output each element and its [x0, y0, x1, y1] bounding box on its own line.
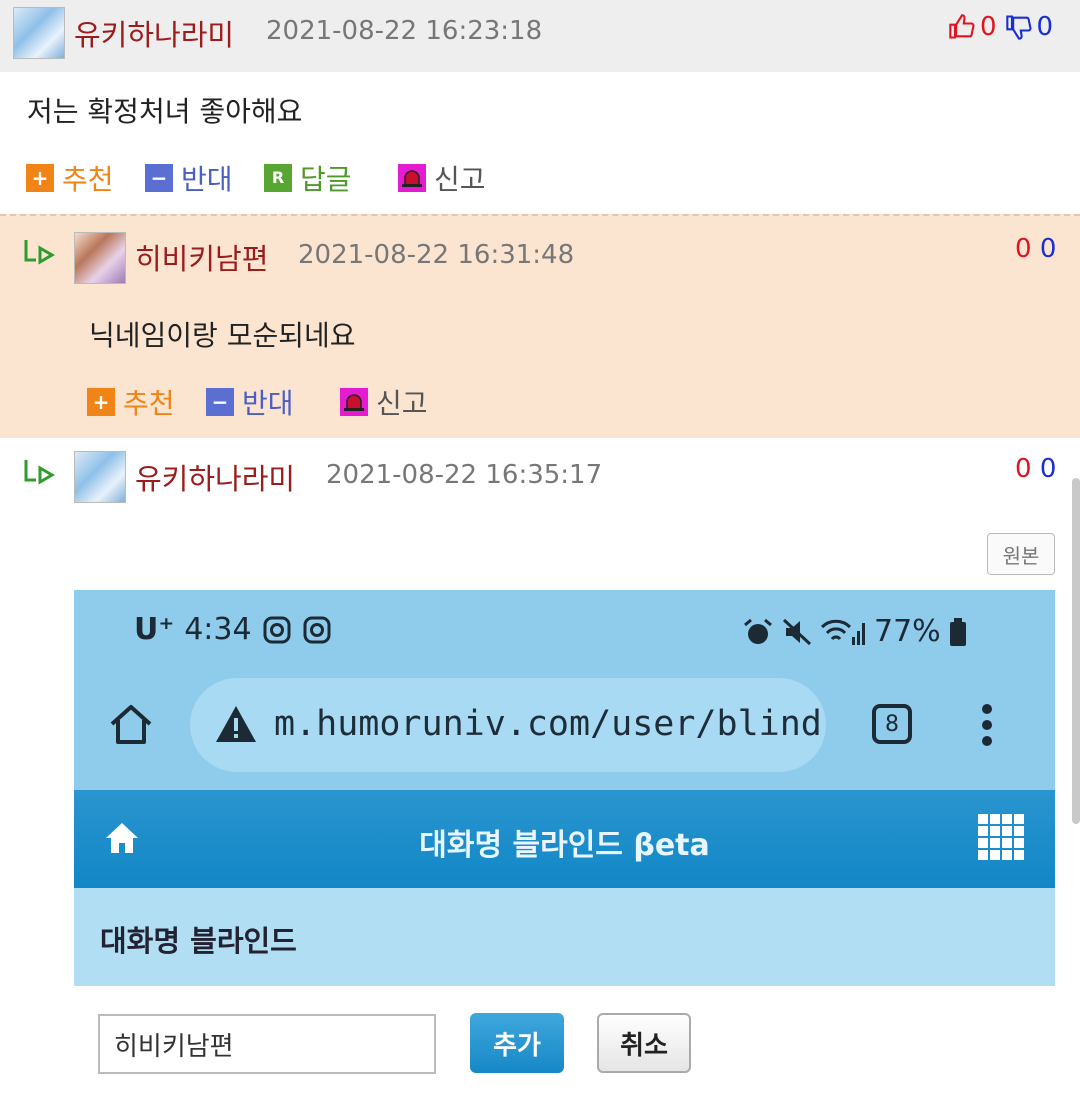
comment-text: 저는 확정처녀 좋아해요 [27, 95, 303, 128]
tab-count-button[interactable]: 8 [872, 704, 912, 744]
report-label: 신고 [434, 163, 486, 196]
mute-icon [782, 618, 812, 645]
upvote-count: 0 [1015, 234, 1032, 264]
section-header: 대화명 블라인드 [74, 888, 1055, 986]
vote-summary: 0 0 [1015, 234, 1056, 264]
home-icon[interactable] [108, 702, 154, 748]
clock: 4:34 [184, 612, 252, 647]
status-bar-right: 77% [742, 614, 967, 649]
siren-icon [340, 388, 368, 416]
recommend-button[interactable]: + 추천 [87, 382, 175, 422]
comment-nickname[interactable]: 유키하나라미 [74, 12, 234, 54]
oppose-label: 반대 [242, 387, 294, 420]
reply-label: 답글 [300, 163, 352, 196]
downvote-count: 0 [1039, 454, 1057, 484]
avatar[interactable] [13, 7, 65, 59]
recommend-label: 추천 [123, 387, 175, 420]
recommend-label: 추천 [62, 163, 114, 196]
nickname-input[interactable]: 히비키남편 [98, 1014, 436, 1074]
attached-screenshot[interactable]: U⁺ 4:34 77% m.humoruniv.com/user/blind 8… [74, 590, 1055, 1104]
url-text: m.humoruniv.com/user/blind [274, 704, 820, 744]
status-bar-left: U⁺ 4:34 [134, 612, 332, 647]
minus-icon: − [206, 388, 234, 416]
reply-date: 2021-08-22 16:31:48 [298, 240, 575, 270]
reply-date: 2021-08-22 16:35:17 [326, 460, 603, 490]
downvote-count: 0 [1039, 234, 1057, 264]
nav-title: 대화명 블라인드 βeta [419, 828, 710, 863]
scrollbar[interactable] [1072, 478, 1080, 824]
site-navbar: 대화명 블라인드 βeta [74, 790, 1055, 888]
oppose-button[interactable]: − 반대 [145, 158, 233, 198]
reply-comment: 히비키남편 2021-08-22 16:31:48 0 0 닉네임이랑 모순되네… [0, 214, 1080, 438]
section-title: 대화명 블라인드 [100, 924, 297, 958]
oppose-label: 반대 [181, 163, 233, 196]
menu-dots-icon[interactable] [978, 702, 996, 748]
cancel-button[interactable]: 취소 [597, 1013, 691, 1073]
reply-arrow-icon [24, 460, 55, 485]
vote-summary: 0 0 [948, 12, 1053, 42]
battery-percent: 77% [874, 614, 941, 649]
warning-icon [216, 706, 256, 742]
reply-text: 닉네임이랑 모순되네요 [89, 319, 356, 352]
recommend-button[interactable]: + 추천 [26, 158, 114, 198]
url-bar[interactable]: m.humoruniv.com/user/blind [190, 678, 826, 772]
thumbs-down-icon [1005, 15, 1032, 40]
battery-icon [949, 617, 966, 646]
avatar[interactable] [74, 232, 126, 284]
reply-button[interactable]: R 답글 [264, 158, 352, 198]
reply-icon: R [264, 164, 292, 192]
plus-icon: + [26, 164, 54, 192]
report-button[interactable]: 신고 [398, 158, 486, 198]
reply-nickname[interactable]: 유키하나라미 [135, 456, 295, 498]
grid-icon[interactable] [976, 812, 1026, 862]
thumbs-up-icon [949, 14, 975, 39]
reply-arrow-icon [24, 240, 55, 265]
downvote-count: 0 [1036, 12, 1054, 42]
avatar[interactable] [74, 451, 126, 503]
upvote-count: 0 [980, 12, 997, 42]
siren-icon [398, 164, 426, 192]
phone-browser-chrome: U⁺ 4:34 77% m.humoruniv.com/user/blind 8 [74, 590, 1055, 790]
plus-icon: + [87, 388, 115, 416]
comment-header: 유키하나라미 2021-08-22 16:23:18 0 0 [0, 0, 1080, 72]
instagram-icon [303, 616, 331, 643]
instagram-icon [263, 616, 291, 643]
wifi-signal-icon [820, 619, 865, 645]
minus-icon: − [145, 164, 173, 192]
carrier-label: U⁺ [134, 612, 175, 647]
alarm-icon [744, 618, 772, 644]
oppose-button[interactable]: − 반대 [206, 382, 294, 422]
original-image-button[interactable]: 원본 [987, 533, 1055, 575]
reply-nickname[interactable]: 히비키남편 [135, 236, 268, 278]
upvote-count: 0 [1015, 454, 1032, 484]
comment-date: 2021-08-22 16:23:18 [266, 16, 543, 46]
report-button[interactable]: 신고 [340, 382, 428, 422]
add-button[interactable]: 추가 [470, 1013, 564, 1073]
report-label: 신고 [376, 387, 428, 420]
vote-summary: 0 0 [1015, 454, 1056, 484]
